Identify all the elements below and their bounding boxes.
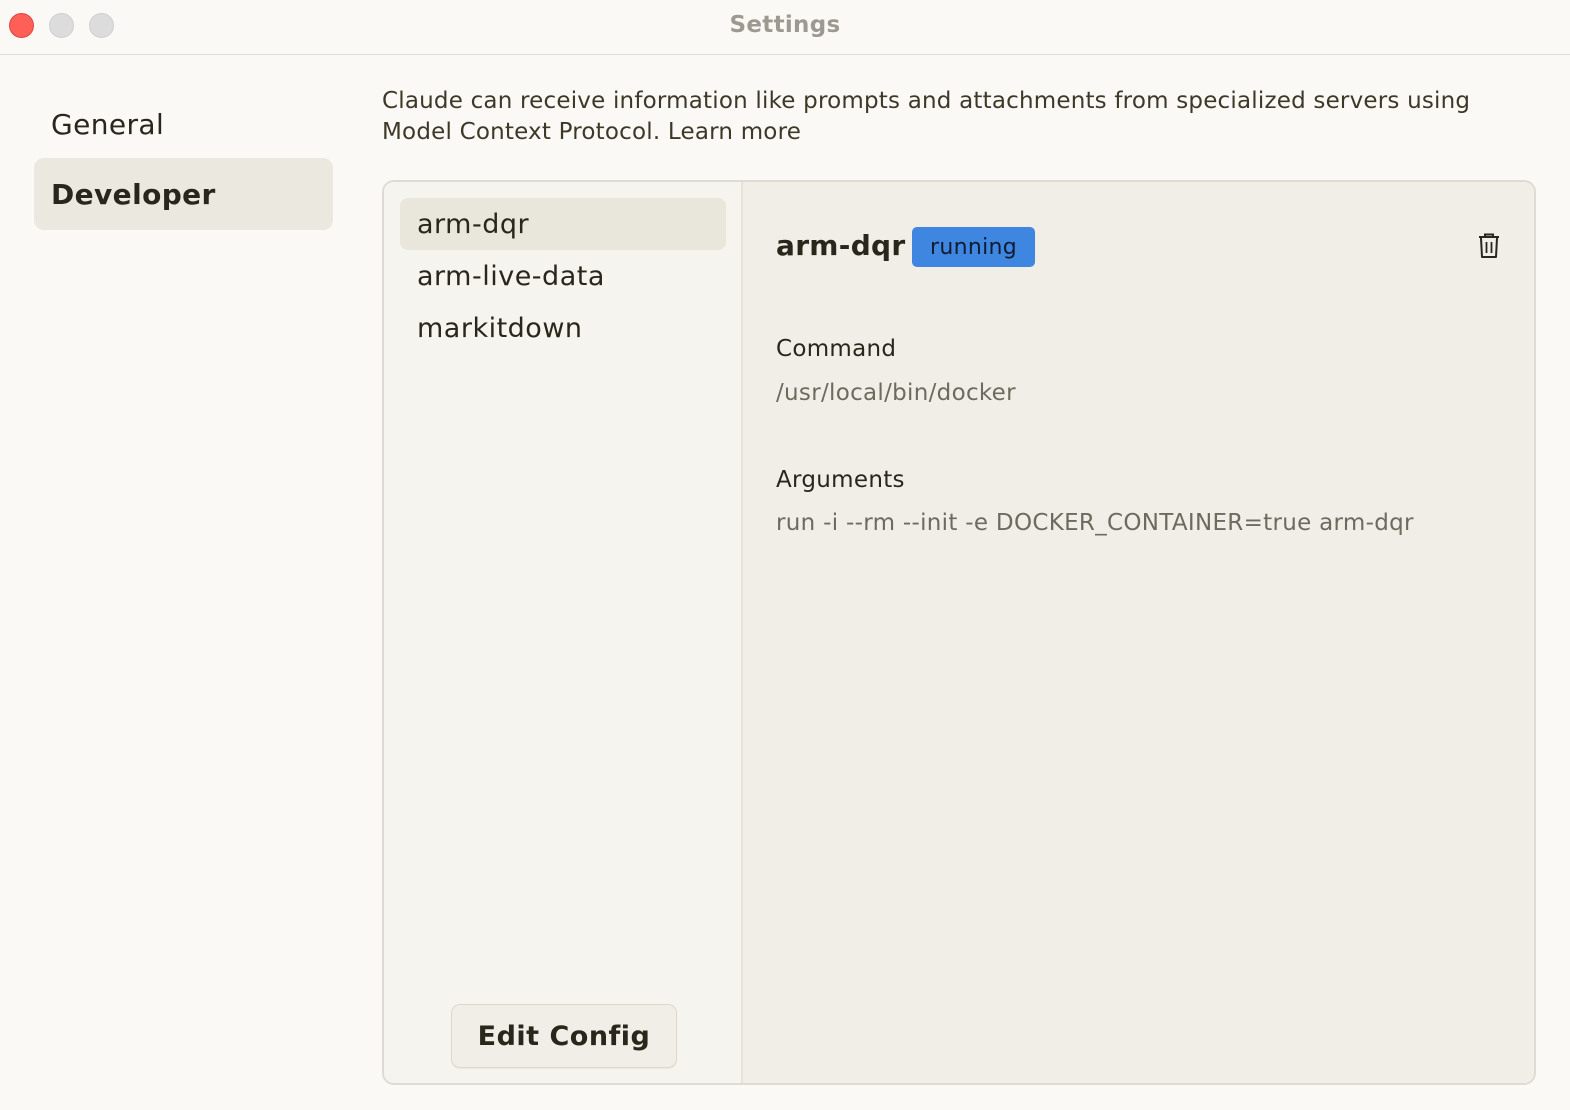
server-detail: arm-dqr running Command /usr/local/bin/d… [743,182,1534,1083]
edit-config-button[interactable]: Edit Config [451,1004,677,1068]
sidebar-item-developer[interactable]: Developer [34,158,333,230]
sidebar-item-general[interactable]: General [34,88,333,160]
arguments-value: run -i --rm --init -e DOCKER_CONTAINER=t… [776,510,1414,536]
mcp-servers-panel: arm-dqr arm-live-data markitdown Edit Co… [382,180,1536,1085]
server-item-arm-live-data[interactable]: arm-live-data [400,250,726,302]
trash-icon [1479,233,1499,258]
title-bar: Settings [0,0,1570,55]
server-item-arm-dqr[interactable]: arm-dqr [400,198,726,250]
description-text: Claude can receive information like prom… [382,88,1471,145]
server-item-markitdown[interactable]: markitdown [400,302,726,354]
server-list: arm-dqr arm-live-data markitdown Edit Co… [384,182,743,1083]
command-value: /usr/local/bin/docker [776,380,1016,406]
settings-window: Settings General Developer Claude can re… [0,0,1570,1110]
arguments-label: Arguments [776,467,905,493]
command-label: Command [776,336,897,362]
server-name: arm-dqr [776,229,906,262]
status-badge: running [912,227,1035,267]
window-title: Settings [729,12,841,38]
mcp-description: Claude can receive information like prom… [382,86,1512,148]
delete-server-button[interactable] [1476,232,1502,260]
learn-more-link[interactable]: Learn more [668,119,801,145]
